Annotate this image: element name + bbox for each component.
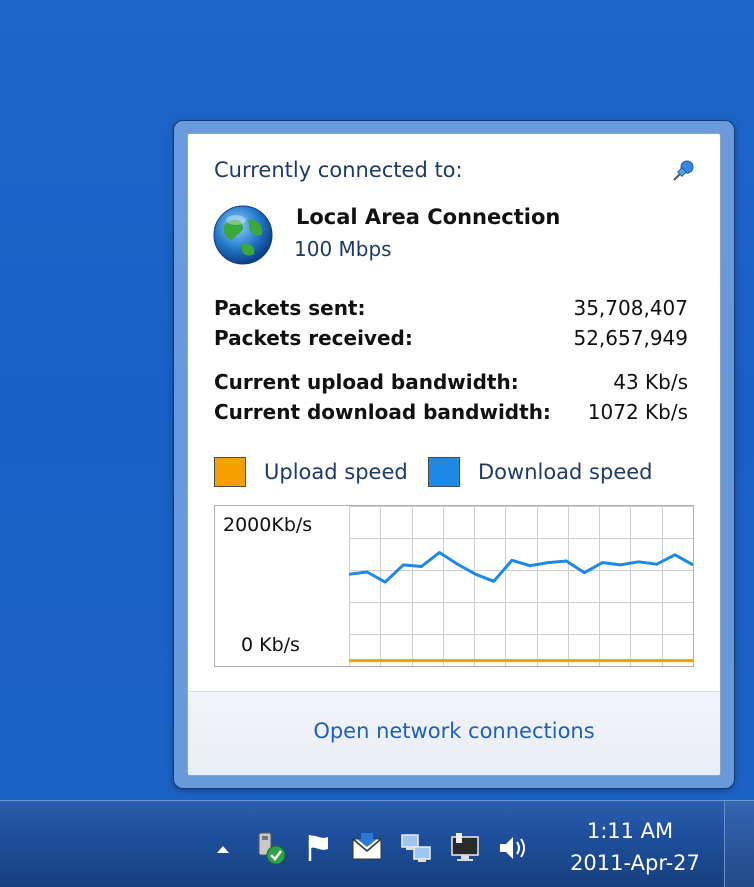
- download-speed-line: [349, 551, 693, 584]
- show-desktop-button[interactable]: [724, 801, 754, 887]
- stat-label: Current download bandwidth:: [214, 400, 551, 424]
- download-legend-swatch: [428, 457, 460, 487]
- stat-value: 52,657,949: [573, 326, 688, 350]
- globe-icon: [213, 205, 273, 265]
- volume-icon[interactable]: [496, 831, 530, 865]
- stat-label: Packets sent:: [214, 296, 366, 320]
- network-flyout: Currently connected to: Local Area Conne…: [187, 133, 721, 776]
- network-icon[interactable]: [400, 831, 434, 865]
- stat-label: Current upload bandwidth:: [214, 370, 519, 394]
- flyout-footer: Open network connections: [188, 691, 720, 775]
- action-center-flag-icon[interactable]: [302, 831, 336, 865]
- open-network-connections-link[interactable]: Open network connections: [188, 719, 720, 743]
- upload-legend-label: Upload speed: [264, 460, 408, 484]
- bandwidth-graph: 2000Kb/s 0 Kb/s: [214, 505, 694, 667]
- show-hidden-icons-arrow[interactable]: [208, 831, 238, 865]
- stat-value: 43 Kb/s: [613, 370, 688, 394]
- stat-packets-sent: Packets sent: 35,708,407: [214, 296, 688, 324]
- clock-time[interactable]: 1:11 AM: [560, 819, 700, 843]
- section-title: Currently connected to:: [214, 158, 463, 182]
- stat-value: 1072 Kb/s: [587, 400, 688, 424]
- stat-value: 35,708,407: [573, 296, 688, 320]
- stat-download-bandwidth: Current download bandwidth: 1072 Kb/s: [214, 400, 688, 428]
- stat-upload-bandwidth: Current upload bandwidth: 43 Kb/s: [214, 370, 688, 398]
- mail-icon[interactable]: [350, 831, 384, 865]
- stat-packets-received: Packets received: 52,657,949: [214, 326, 688, 354]
- connection-name: Local Area Connection: [296, 205, 561, 229]
- display-icon[interactable]: [448, 831, 482, 865]
- y-axis-min-label: 0 Kb/s: [241, 634, 300, 656]
- pin-icon[interactable]: [670, 158, 696, 184]
- upload-legend-swatch: [214, 457, 246, 487]
- y-axis-max-label: 2000Kb/s: [223, 514, 313, 536]
- graph-plot-area: [349, 506, 693, 666]
- download-legend-label: Download speed: [478, 460, 653, 484]
- clock-date[interactable]: 2011-Apr-27: [560, 851, 710, 875]
- safely-remove-hardware-icon[interactable]: [254, 831, 288, 865]
- taskbar: 1:11 AM 2011-Apr-27: [0, 800, 754, 887]
- stat-label: Packets received:: [214, 326, 413, 350]
- connection-speed: 100 Mbps: [294, 237, 392, 261]
